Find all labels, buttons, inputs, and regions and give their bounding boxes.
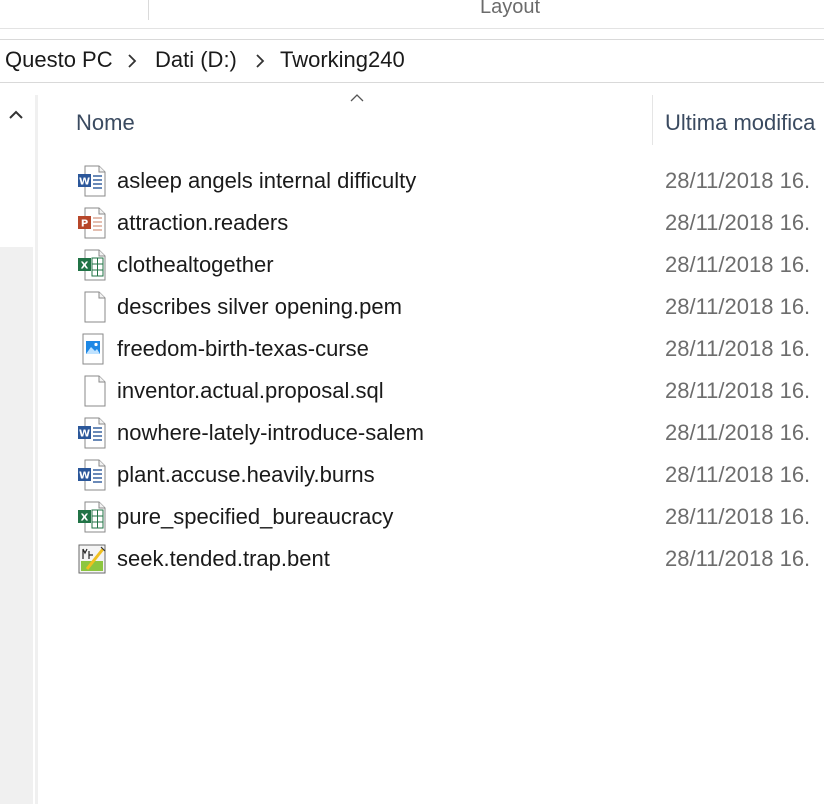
word-document-icon: W <box>78 417 106 449</box>
pane-divider[interactable] <box>35 95 38 804</box>
breadcrumb-item-tworking240[interactable]: Tworking240 <box>280 47 405 73</box>
ribbon-separator <box>148 0 149 20</box>
svg-text:P: P <box>81 219 88 230</box>
chevron-right-icon[interactable] <box>124 53 140 69</box>
file-row[interactable]: Xpure_specified_bureaucracy 28/11/2018 16… <box>60 498 824 536</box>
excel-document-icon: X <box>78 249 106 281</box>
svg-text:W: W <box>79 429 90 440</box>
file-name: describes silver opening.pem <box>117 294 402 319</box>
file-row[interactable]: freedom-birth-texas-curse 28/11/2018 16. <box>60 330 824 368</box>
column-header-name[interactable]: Nome <box>76 110 135 136</box>
column-divider[interactable] <box>652 95 653 145</box>
file-modified-date: 28/11/2018 16. <box>665 504 811 529</box>
file-row[interactable]: Wnowhere-lately-introduce-salem 28/11/201… <box>60 414 824 452</box>
file-row[interactable]: Pattraction.readers 28/11/2018 16. <box>60 204 824 242</box>
chevron-right-icon[interactable] <box>252 53 268 69</box>
file-modified-date: 28/11/2018 16. <box>665 420 811 445</box>
file-modified-date: 28/11/2018 16. <box>665 210 811 235</box>
svg-text:W: W <box>79 471 90 482</box>
file-modified-date: 28/11/2018 16. <box>665 462 811 487</box>
file-modified-date: 28/11/2018 16. <box>665 336 811 361</box>
file-name: plant.accuse.heavily.burns <box>117 462 375 487</box>
file-name: seek.tended.trap.bent <box>117 546 330 571</box>
file-name: pure_specified_bureaucracy <box>117 504 394 529</box>
file-name: inventor.actual.proposal.sql <box>117 378 384 403</box>
file-name: freedom-birth-texas-curse <box>117 336 369 361</box>
script-file-icon <box>78 544 106 574</box>
generic-file-icon <box>84 291 106 323</box>
file-modified-date: 28/11/2018 16. <box>665 546 811 571</box>
file-name: asleep angels internal difficulty <box>117 168 417 193</box>
ribbon-group-label: Layout <box>480 0 541 18</box>
generic-file-icon <box>84 375 106 407</box>
svg-text:W: W <box>79 177 90 188</box>
column-header-modified[interactable]: Ultima modifica <box>665 110 815 136</box>
breadcrumb-item-questo-pc[interactable]: Questo PC <box>5 47 113 73</box>
ribbon: Layout <box>0 0 824 29</box>
file-modified-date: 28/11/2018 16. <box>665 294 811 319</box>
file-row[interactable]: Wasleep angels internal difficulty 28/11/… <box>60 162 824 200</box>
excel-document-icon: X <box>78 501 106 533</box>
file-name: clothealtogether <box>117 252 274 277</box>
sort-ascending-icon <box>350 94 364 102</box>
svg-text:X: X <box>81 261 89 272</box>
word-document-icon: W <box>78 165 106 197</box>
navigation-pane <box>0 95 33 804</box>
svg-text:X: X <box>81 513 89 524</box>
powerpoint-document-icon: P <box>78 207 106 239</box>
file-modified-date: 28/11/2018 16. <box>665 378 811 403</box>
word-document-icon: W <box>78 459 106 491</box>
file-row[interactable]: seek.tended.trap.bent 28/11/2018 16. <box>60 540 824 578</box>
file-name: attraction.readers <box>117 210 289 235</box>
image-file-icon <box>82 333 104 365</box>
file-row[interactable]: describes silver opening.pem 28/11/2018 1… <box>60 288 824 326</box>
file-row[interactable]: inventor.actual.proposal.sql 28/11/2018 1… <box>60 372 824 410</box>
scroll-up-icon[interactable] <box>4 105 28 127</box>
nav-scrollbar[interactable] <box>0 247 33 804</box>
breadcrumb: Questo PC Dati (D:) Tworking240 <box>0 39 824 83</box>
file-modified-date: 28/11/2018 16. <box>665 168 811 193</box>
file-row[interactable]: Wplant.accuse.heavily.burns 28/11/2018 16… <box>60 456 824 494</box>
file-modified-date: 28/11/2018 16. <box>665 252 811 277</box>
breadcrumb-item-dati[interactable]: Dati (D:) <box>155 47 237 73</box>
file-name: nowhere-lately-introduce-salem <box>117 420 424 445</box>
file-row[interactable]: Xclothealtogether 28/11/2018 16. <box>60 246 824 284</box>
